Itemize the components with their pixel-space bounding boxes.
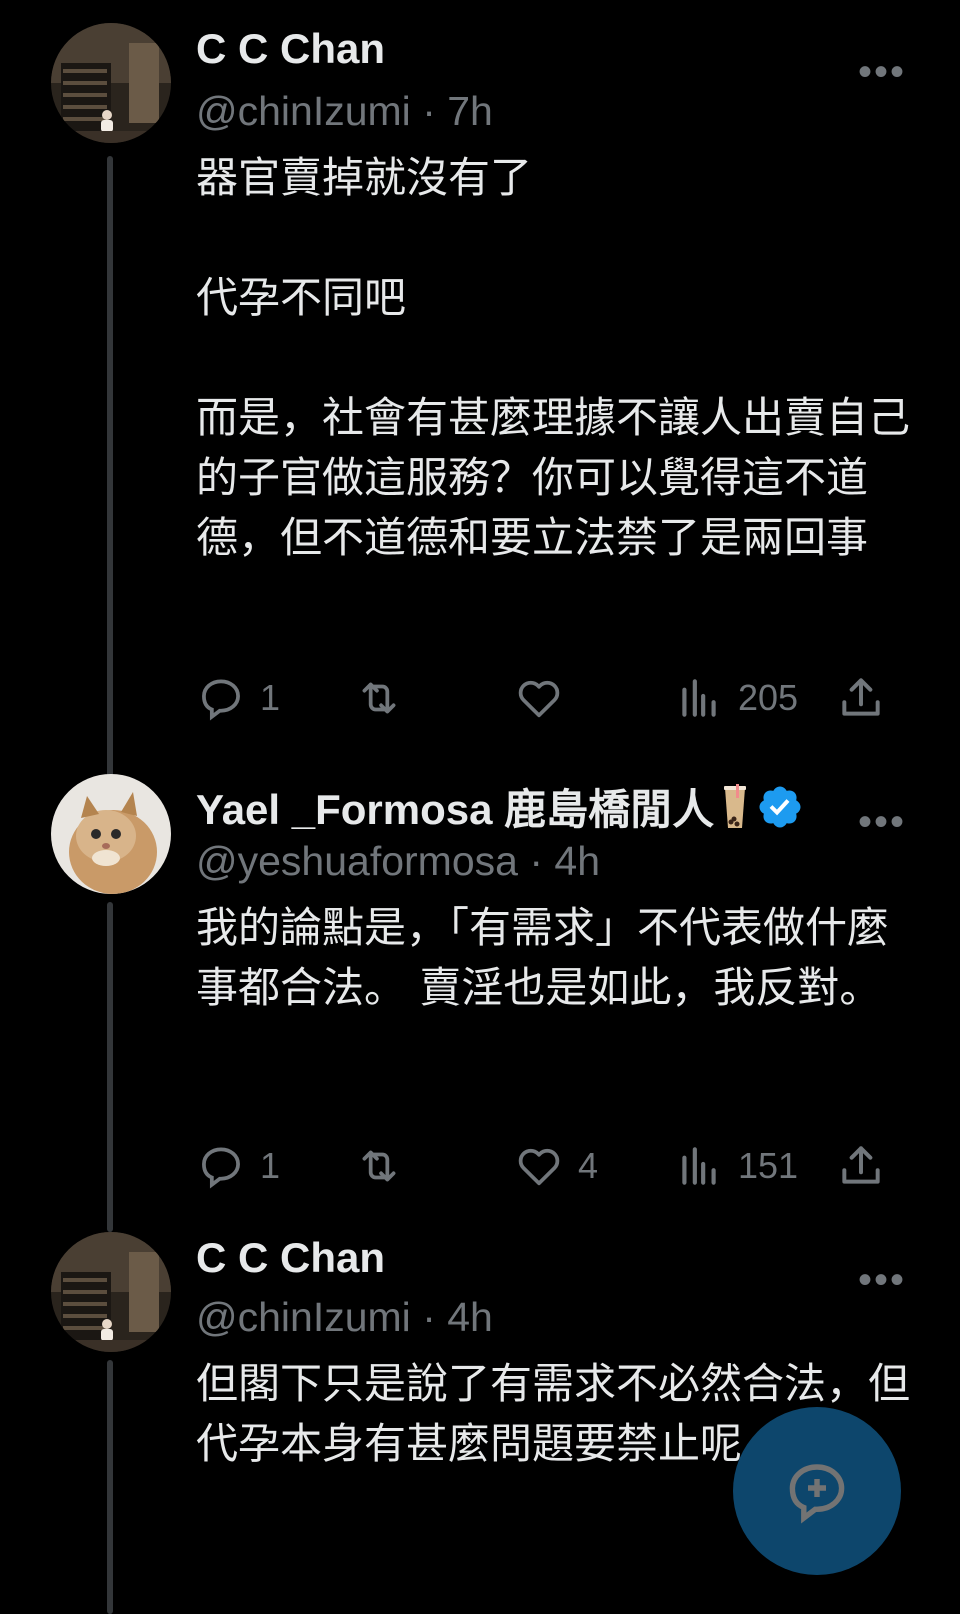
like-count: 4: [578, 1145, 599, 1186]
retweet-button[interactable]: [354, 1138, 404, 1194]
like-button[interactable]: [514, 670, 564, 726]
thread-line: [107, 156, 113, 786]
tweet-paragraph: 而是，社會有甚麼理據不讓人出賣自己的子官做這服務？你可以覺得這不道德，但不道德和…: [196, 393, 911, 562]
handle-and-time[interactable]: @yeshuaformosa · 4h: [196, 838, 600, 885]
tweet-paragraph: 我的論點是，「有需求」不代表做什麼事都合法。 賣淫也是如此，我反對。: [196, 903, 890, 1012]
heart-icon: [518, 680, 560, 718]
reply-count: 1: [260, 1145, 281, 1186]
verified-badge-icon[interactable]: [756, 783, 804, 831]
reply-icon: [202, 679, 240, 721]
handle[interactable]: @yeshuaformosa: [196, 838, 518, 884]
views-count: 205: [738, 677, 799, 718]
heart-icon: [518, 1148, 560, 1186]
reply-button[interactable]: 1: [196, 1138, 280, 1194]
bubble-tea-emoji-icon: [722, 783, 748, 830]
action-bar: 1 205: [196, 670, 906, 726]
views-icon: [682, 1147, 716, 1185]
display-name[interactable]: C C Chan: [196, 25, 385, 73]
views-button[interactable]: 205: [674, 670, 798, 726]
retweet-icon: [362, 682, 396, 714]
reply-count: 1: [260, 677, 281, 718]
tweet-text: 我的論點是，「有需求」不代表做什麼事都合法。 賣淫也是如此，我反對。: [196, 898, 916, 1018]
timestamp[interactable]: · 4h: [422, 1294, 493, 1340]
retweet-button[interactable]: [354, 670, 404, 726]
thread-line: [107, 1360, 113, 1614]
views-count: 151: [738, 1145, 799, 1186]
display-name[interactable]: Yael _Formosa 鹿島橋閒人: [196, 776, 804, 837]
handle-and-time[interactable]: @chinIzumi · 4h: [196, 1294, 493, 1341]
reply-button[interactable]: 1: [196, 670, 280, 726]
tweet-2[interactable]: Yael _Formosa 鹿島橋閒人 @yeshuaformosa · 4h …: [0, 772, 960, 1232]
share-button[interactable]: [836, 1138, 886, 1194]
share-button[interactable]: [836, 670, 886, 726]
handle-and-time[interactable]: @chinIzumi · 7h: [196, 88, 493, 135]
tweet-text: 器官賣掉就沒有了 代孕不同吧 而是，社會有甚麼理據不讓人出賣自己的子官做這服務？…: [196, 148, 916, 568]
timestamp[interactable]: · 4h: [529, 838, 600, 884]
handle[interactable]: @chinIzumi: [196, 88, 411, 134]
tweet-paragraph: 器官賣掉就沒有了: [196, 153, 533, 202]
display-name[interactable]: C C Chan: [196, 1234, 385, 1282]
compose-reply-icon: [789, 1464, 845, 1524]
more-icon[interactable]: •••: [858, 1260, 906, 1300]
timestamp[interactable]: · 7h: [422, 88, 493, 134]
share-icon: [842, 1146, 880, 1184]
more-icon[interactable]: •••: [858, 802, 906, 842]
avatar-cc-chan[interactable]: [51, 23, 171, 143]
action-bar: 1 4 151: [196, 1138, 906, 1194]
avatar-cc-chan[interactable]: [51, 1232, 171, 1352]
share-icon: [842, 678, 880, 716]
views-icon: [682, 679, 716, 717]
thread-line: [107, 902, 113, 1232]
compose-reply-button[interactable]: [733, 1407, 901, 1575]
views-button[interactable]: 151: [674, 1138, 798, 1194]
reply-icon: [202, 1147, 240, 1189]
like-button[interactable]: 4: [514, 1138, 598, 1194]
more-icon[interactable]: •••: [858, 52, 906, 92]
tweet-paragraph: 代孕不同吧: [196, 273, 407, 322]
tweet-1[interactable]: C C Chan @chinIzumi · 7h ••• 器官賣掉就沒有了 代孕…: [0, 0, 960, 786]
handle[interactable]: @chinIzumi: [196, 1294, 411, 1340]
retweet-icon: [362, 1150, 396, 1182]
avatar-yael-formosa[interactable]: [51, 774, 171, 894]
